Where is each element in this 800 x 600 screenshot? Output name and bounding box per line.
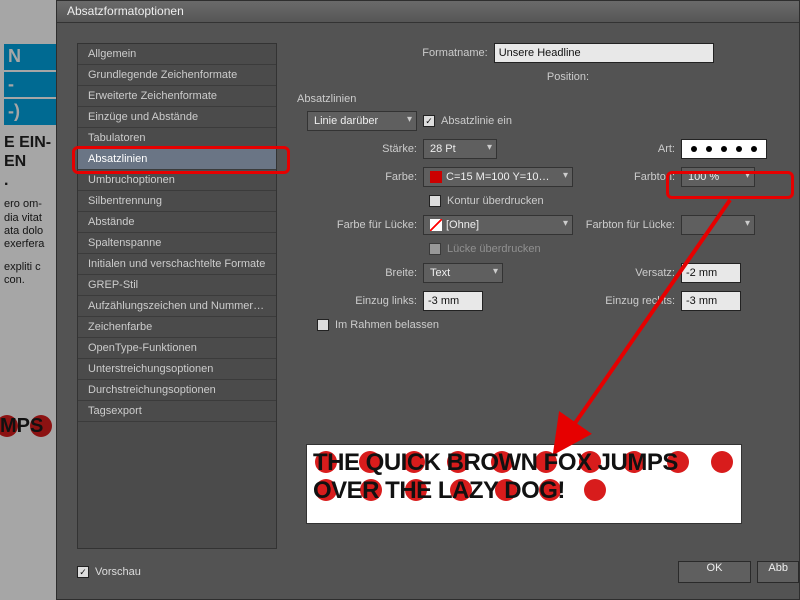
tint-input[interactable]: 100 % [681,167,755,187]
dialog-footer: ✓ Vorschau OK Abb [77,563,799,589]
sidebar-item[interactable]: OpenType-Funktionen [78,338,276,359]
sidebar-item[interactable]: Abstände [78,212,276,233]
ok-button[interactable]: OK [678,561,752,583]
indent-left-label: Einzug links: [297,295,417,307]
sidebar-item[interactable]: Grundlegende Zeichenformate [78,65,276,86]
headline-preview: THE QUICK BROWN FOX JUMPS OVER THE LAZY … [306,444,742,524]
gap-tint-input[interactable] [681,215,755,235]
sidebar-item[interactable]: Silbentrennung [78,191,276,212]
sidebar-item[interactable]: Unterstreichungsoptionen [78,359,276,380]
category-sidebar: AllgemeinGrundlegende ZeichenformateErwe… [77,43,277,549]
sidebar-item[interactable]: Zeichenfarbe [78,317,276,338]
bg-headline-fragment: MPS [0,415,43,438]
art-label: Art: [503,143,675,155]
rule-on-checkbox[interactable]: ✓ [423,115,435,127]
indent-left-input[interactable]: -3 mm [423,291,483,311]
gap-color-label: Farbe für Lücke: [297,219,417,231]
position-label: Position: [547,71,589,83]
overprint-gap-label: Lücke überdrucken [447,243,541,255]
formatname-input[interactable]: Unsere Headline [494,43,714,63]
sidebar-item[interactable]: Umbruchoptionen [78,170,276,191]
sidebar-item[interactable]: Einzüge und Abstände [78,107,276,128]
offset-input[interactable]: -2 mm [681,263,741,283]
weight-input[interactable]: 28 Pt [423,139,497,159]
overprint-stroke-label: Kontur überdrucken [447,195,544,207]
gap-color-dropdown[interactable]: [Ohne] [423,215,573,235]
cancel-button[interactable]: Abb [757,561,799,583]
sidebar-item[interactable]: Aufzählungszeichen und Nummerierung [78,296,276,317]
gap-tint-label: Farbton für Lücke: [579,219,675,231]
stroke-type-dropdown[interactable] [681,139,767,159]
indent-right-input[interactable]: -3 mm [681,291,741,311]
sidebar-item[interactable]: GREP-Stil [78,275,276,296]
keep-in-frame-checkbox[interactable] [317,319,329,331]
width-dropdown[interactable]: Text [423,263,503,283]
weight-label: Stärke: [297,143,417,155]
rule-position-dropdown[interactable]: Linie darüber [307,111,417,131]
offset-label: Versatz: [509,267,675,279]
section-heading: Absatzlinien [297,93,779,105]
overprint-stroke-checkbox[interactable] [429,195,441,207]
overprint-gap-checkbox [429,243,441,255]
width-label: Breite: [297,267,417,279]
color-dropdown[interactable]: C=15 M=100 Y=10… [423,167,573,187]
sidebar-item[interactable]: Allgemein [78,44,276,65]
keep-in-frame-label: Im Rahmen belassen [335,319,439,331]
formatname-label: Formatname: [422,47,487,59]
sidebar-item[interactable]: Tabulatoren [78,128,276,149]
preview-checkbox[interactable]: ✓ [77,566,89,578]
sidebar-item[interactable]: Spaltenspanne [78,233,276,254]
color-label: Farbe: [297,171,417,183]
sidebar-item[interactable]: Initialen und verschachtelte Formate [78,254,276,275]
sidebar-item[interactable]: Durchstreichungsoptionen [78,380,276,401]
dialog-title: Absatzformatoptionen [57,1,799,23]
tint-label: Farbton: [579,171,675,183]
sidebar-item[interactable]: Absatzlinien [78,149,276,170]
rule-on-label: Absatzlinie ein [441,115,512,127]
sidebar-item[interactable]: Tagsexport [78,401,276,422]
preview-label: Vorschau [95,566,141,578]
indent-right-label: Einzug rechts: [489,295,675,307]
sidebar-item[interactable]: Erweiterte Zeichenformate [78,86,276,107]
